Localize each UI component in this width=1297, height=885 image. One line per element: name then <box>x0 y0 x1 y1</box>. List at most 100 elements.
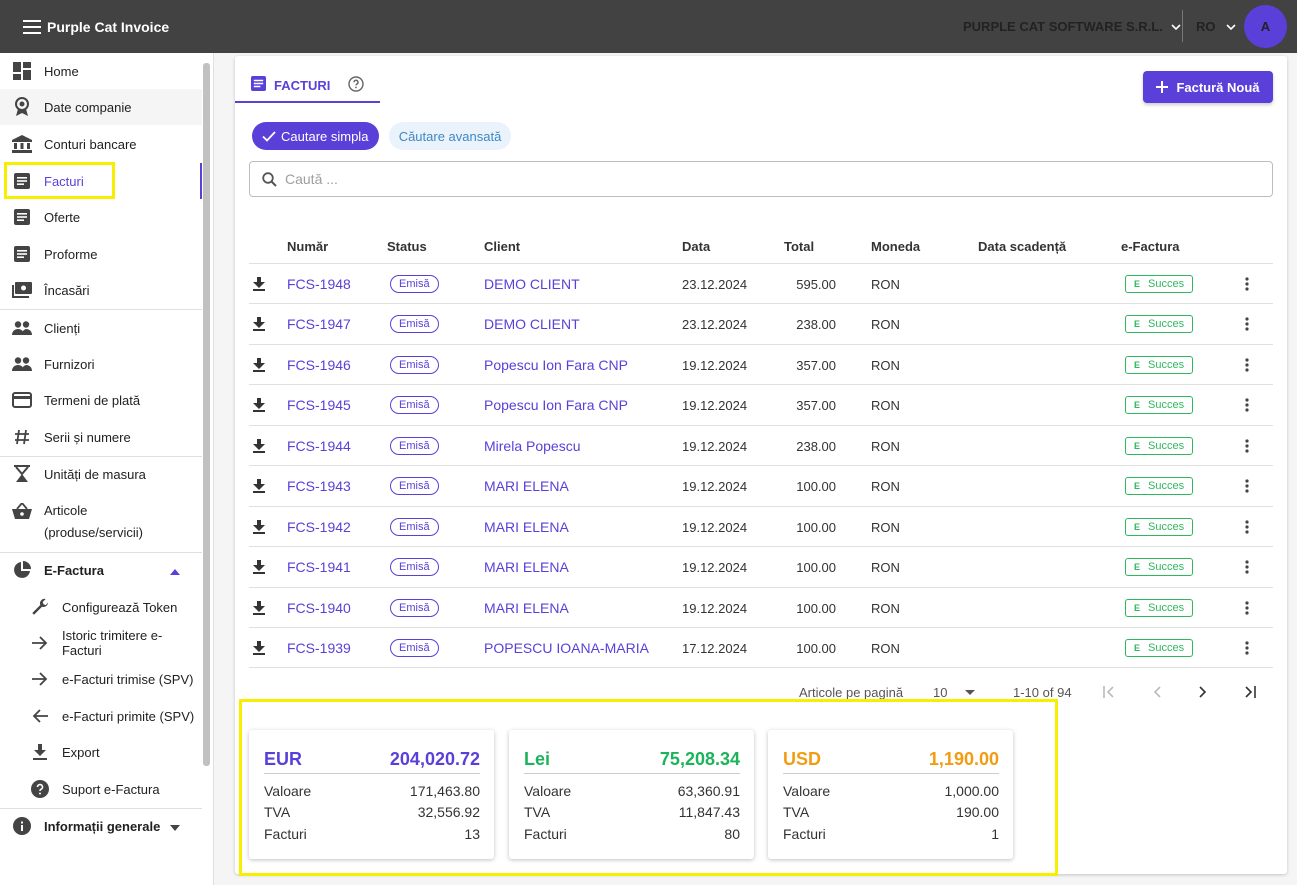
first-page-icon[interactable] <box>1098 681 1120 703</box>
table-row[interactable]: FCS-1944 Emisă Mirela Popescu 19.12.2024… <box>249 425 1273 465</box>
table-row[interactable]: FCS-1941 Emisă MARI ELENA 19.12.2024 100… <box>249 546 1273 586</box>
sidebar-item-configureaza-token[interactable]: Configurează Token <box>0 589 202 625</box>
sidebar-item-termeni-de-plata[interactable]: Termeni de plată <box>0 382 202 418</box>
table-row[interactable]: FCS-1942 Emisă MARI ELENA 19.12.2024 100… <box>249 506 1273 546</box>
more-vert-icon[interactable] <box>1239 507 1255 547</box>
sidebar-item-unitati-de-masura[interactable]: Unități de masura <box>0 456 202 492</box>
table-row[interactable]: FCS-1945 Emisă Popescu Ion Fara CNP 19.1… <box>249 384 1273 424</box>
more-vert-icon[interactable] <box>1239 304 1255 344</box>
more-vert-icon[interactable] <box>1239 588 1255 628</box>
sidebar-item-proforme[interactable]: Proforme <box>0 236 202 272</box>
company-selector[interactable]: PURPLE CAT SOFTWARE S.R.L. <box>963 0 1181 53</box>
sidebar-item-articole[interactable]: Articole (produse/servicii) <box>0 493 202 551</box>
search-input[interactable] <box>285 171 1185 187</box>
invoice-number-link[interactable]: FCS-1940 <box>287 588 351 628</box>
menu-icon[interactable] <box>12 7 52 47</box>
sidebar-item-clienti[interactable]: Clienți <box>0 310 202 346</box>
column-header-total[interactable]: Total <box>784 239 814 254</box>
more-vert-icon[interactable] <box>1239 547 1255 587</box>
download-icon[interactable] <box>253 507 273 547</box>
column-header-data[interactable]: Data <box>682 239 710 254</box>
invoice-number-link[interactable]: FCS-1944 <box>287 426 351 466</box>
sidebar-item-furnizori[interactable]: Furnizori <box>0 346 202 382</box>
client-link[interactable]: MARI ELENA <box>484 466 569 506</box>
download-icon[interactable] <box>253 426 273 466</box>
sidebar-item-incasari[interactable]: Încasări <box>0 272 202 308</box>
status-badge: Emisă <box>390 385 439 425</box>
download-icon[interactable] <box>253 628 273 668</box>
simple-search-chip[interactable]: Cautare simpla <box>252 122 379 150</box>
invoice-number-link[interactable]: FCS-1948 <box>287 264 351 304</box>
advanced-search-chip[interactable]: Căutare avansată <box>389 122 511 150</box>
download-icon[interactable] <box>253 466 273 506</box>
invoice-number-link[interactable]: FCS-1942 <box>287 507 351 547</box>
invoice-number-link[interactable]: FCS-1945 <box>287 385 351 425</box>
table-row[interactable]: FCS-1943 Emisă MARI ELENA 19.12.2024 100… <box>249 465 1273 505</box>
sidebar-item-efacturi-trimise[interactable]: e-Facturi trimise (SPV) <box>0 661 202 697</box>
download-icon[interactable] <box>253 304 273 344</box>
tab-facturi[interactable]: FACTURI <box>235 69 380 103</box>
client-link[interactable]: MARI ELENA <box>484 507 569 547</box>
client-link[interactable]: Mirela Popescu <box>484 426 581 466</box>
sidebar-item-suport-efactura[interactable]: Suport e-Factura <box>0 771 202 807</box>
sidebar-item-serii-si-numere[interactable]: Serii și numere <box>0 419 202 455</box>
download-icon[interactable] <box>253 385 273 425</box>
advanced-search-label: Căutare avansată <box>398 128 502 144</box>
more-vert-icon[interactable] <box>1239 628 1255 668</box>
sidebar-item-facturi[interactable]: Facturi <box>0 163 202 199</box>
sidebar-scrollbar[interactable] <box>203 63 210 766</box>
sidebar-item-efactura[interactable]: E-Factura <box>0 552 202 588</box>
download-icon[interactable] <box>253 547 273 587</box>
column-header-moneda[interactable]: Moneda <box>871 239 920 254</box>
avatar[interactable]: A <box>1244 5 1287 48</box>
invoice-number-link[interactable]: FCS-1939 <box>287 628 351 668</box>
column-header-numar[interactable]: Număr <box>287 239 328 254</box>
client-link[interactable]: Popescu Ion Fara CNP <box>484 385 628 425</box>
invoice-number-link[interactable]: FCS-1943 <box>287 466 351 506</box>
table-row[interactable]: FCS-1948 Emisă DEMO CLIENT 23.12.2024 59… <box>249 263 1273 303</box>
table-row[interactable]: FCS-1947 Emisă DEMO CLIENT 23.12.2024 23… <box>249 303 1273 343</box>
column-header-status[interactable]: Status <box>387 239 427 254</box>
language-selector[interactable]: RO <box>1196 0 1236 53</box>
more-vert-icon[interactable] <box>1239 466 1255 506</box>
client-link[interactable]: DEMO CLIENT <box>484 264 580 304</box>
download-icon[interactable] <box>253 345 273 385</box>
search-field[interactable] <box>249 161 1273 197</box>
download-icon[interactable] <box>253 264 273 304</box>
sidebar-item-efacturi-primite[interactable]: e-Facturi primite (SPV) <box>0 698 202 734</box>
last-page-icon[interactable] <box>1239 681 1261 703</box>
more-vert-icon[interactable] <box>1239 264 1255 304</box>
sidebar-item-istoric-trimitere[interactable]: Istoric trimitere e-Facturi <box>0 625 202 661</box>
more-vert-icon[interactable] <box>1239 385 1255 425</box>
table-row[interactable]: FCS-1939 Emisă POPESCU IOANA-MARIA 17.12… <box>249 627 1273 668</box>
column-header-data-scadenta[interactable]: Data scadență <box>978 239 1066 254</box>
more-vert-icon[interactable] <box>1239 345 1255 385</box>
sidebar-item-export[interactable]: Export <box>0 734 202 770</box>
sidebar-item-conturi-bancare[interactable]: Conturi bancare <box>0 126 202 162</box>
sidebar-item-informatii-generale[interactable]: Informații generale <box>0 808 202 844</box>
table-row[interactable]: FCS-1940 Emisă MARI ELENA 19.12.2024 100… <box>249 587 1273 627</box>
new-invoice-button[interactable]: Factură Nouă <box>1143 71 1273 103</box>
sidebar-item-home[interactable]: Home <box>0 53 202 89</box>
invoice-number-link[interactable]: FCS-1947 <box>287 304 351 344</box>
next-page-icon[interactable] <box>1192 681 1214 703</box>
help-circle-icon[interactable] <box>348 75 365 95</box>
client-link[interactable]: DEMO CLIENT <box>484 304 580 344</box>
download-icon[interactable] <box>253 588 273 628</box>
table-row[interactable]: FCS-1946 Emisă Popescu Ion Fara CNP 19.1… <box>249 344 1273 384</box>
sidebar-item-date-companie[interactable]: Date companie <box>0 89 202 125</box>
client-link[interactable]: MARI ELENA <box>484 547 569 587</box>
column-header-client[interactable]: Client <box>484 239 520 254</box>
sidebar-item-oferte[interactable]: Oferte <box>0 199 202 235</box>
invoice-number-link[interactable]: FCS-1941 <box>287 547 351 587</box>
client-link[interactable]: POPESCU IOANA-MARIA <box>484 628 649 668</box>
summary-header: Lei 75,208.34 <box>524 746 740 774</box>
client-link[interactable]: MARI ELENA <box>484 588 569 628</box>
invoice-number-link[interactable]: FCS-1946 <box>287 345 351 385</box>
per-page-select[interactable]: 10 <box>933 683 979 701</box>
previous-page-icon[interactable] <box>1146 681 1168 703</box>
invoice-currency: RON <box>871 438 900 454</box>
column-header-efactura[interactable]: e-Factura <box>1121 239 1180 254</box>
client-link[interactable]: Popescu Ion Fara CNP <box>484 345 628 385</box>
more-vert-icon[interactable] <box>1239 426 1255 466</box>
